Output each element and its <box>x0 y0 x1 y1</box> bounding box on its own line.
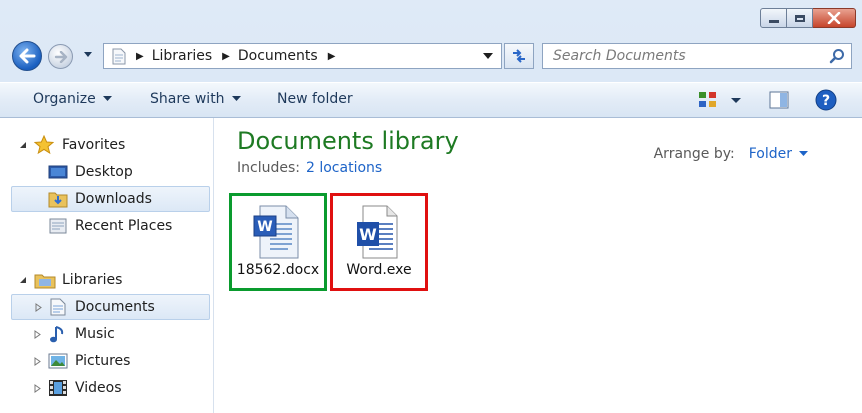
libraries-icon <box>34 271 56 289</box>
preview-pane-button[interactable] <box>769 91 789 113</box>
svg-text:W: W <box>359 225 377 244</box>
back-button[interactable] <box>12 41 42 71</box>
new-folder-label: New folder <box>277 91 353 107</box>
arrow-right-icon <box>54 50 67 63</box>
recent-places-icon <box>48 217 68 235</box>
expand-triangle-icon[interactable] <box>34 329 41 339</box>
preview-pane-icon <box>769 91 789 109</box>
nav-favorites-label: Favorites <box>62 137 126 153</box>
search-icon[interactable] <box>829 48 845 64</box>
videos-icon <box>48 379 68 397</box>
file-name: Word.exe <box>346 262 412 278</box>
nav-item-downloads[interactable]: Downloads <box>11 186 210 212</box>
arrange-by-dropdown[interactable]: Folder <box>749 146 792 162</box>
address-bar[interactable]: ▶ Libraries ▶ Documents ▶ <box>103 43 502 69</box>
refresh-icon <box>513 49 525 63</box>
svg-text:W: W <box>257 219 272 235</box>
refresh-button[interactable] <box>504 43 534 69</box>
navigation-pane: Favorites Desktop Downloads Recent Place… <box>0 118 214 413</box>
help-icon: ? <box>815 89 837 111</box>
forward-button[interactable] <box>48 44 73 69</box>
nav-item-label: Documents <box>75 299 155 315</box>
nav-item-recent-places[interactable]: Recent Places <box>0 213 213 239</box>
nav-libraries[interactable]: Libraries <box>0 267 213 293</box>
search-placeholder: Search Documents <box>553 48 686 64</box>
arrange-by-label: Arrange by: <box>653 146 735 162</box>
chevron-down-icon[interactable] <box>799 151 808 157</box>
organize-label: Organize <box>33 91 96 107</box>
nav-favorites[interactable]: Favorites <box>0 132 213 158</box>
downloads-folder-icon <box>48 190 68 208</box>
close-button[interactable] <box>813 8 856 28</box>
address-dropdown-icon[interactable] <box>483 53 493 60</box>
share-with-button[interactable]: Share with <box>150 91 241 107</box>
maximize-icon <box>794 14 805 22</box>
breadcrumb-libraries[interactable]: Libraries <box>152 48 212 64</box>
share-with-label: Share with <box>150 91 225 107</box>
documents-library-icon <box>50 298 66 316</box>
file-name: 18562.docx <box>236 262 320 278</box>
includes-locations-link[interactable]: 2 locations <box>306 160 382 176</box>
content-pane: Documents library Includes: 2 locations A… <box>214 118 862 413</box>
library-page-icon <box>112 48 126 64</box>
command-toolbar: Organize Share with New folder ? <box>0 82 862 118</box>
library-includes: Includes: 2 locations <box>237 160 382 176</box>
view-options-icon <box>699 92 716 107</box>
word-application-icon: W <box>353 204 405 264</box>
nav-item-label: Downloads <box>75 191 152 207</box>
breadcrumb-separator-icon: ▶ <box>136 50 144 62</box>
collapse-triangle-icon[interactable] <box>19 141 27 149</box>
nav-item-documents[interactable]: Documents <box>11 294 210 320</box>
view-dropdown-icon[interactable] <box>731 98 741 104</box>
organize-button[interactable]: Organize <box>33 91 112 107</box>
nav-item-desktop[interactable]: Desktop <box>0 159 213 185</box>
change-view-button[interactable] <box>698 90 718 114</box>
library-title: Documents library <box>237 127 459 155</box>
includes-label: Includes: <box>237 160 300 176</box>
breadcrumb-separator-icon[interactable]: ▶ <box>328 51 336 62</box>
search-input[interactable]: Search Documents <box>542 43 852 69</box>
expand-triangle-icon[interactable] <box>34 356 41 366</box>
maximize-button[interactable] <box>787 8 813 28</box>
desktop-icon <box>48 164 68 180</box>
expand-triangle-icon[interactable] <box>34 383 41 393</box>
music-icon <box>49 324 67 344</box>
nav-item-label: Pictures <box>75 353 131 369</box>
svg-text:?: ? <box>822 93 830 109</box>
minimize-icon <box>768 19 779 23</box>
nav-item-label: Videos <box>75 380 122 396</box>
chevron-down-icon <box>231 96 241 101</box>
collapse-triangle-icon[interactable] <box>19 276 27 284</box>
nav-item-label: Desktop <box>75 164 133 180</box>
window-caption-buttons <box>760 8 856 28</box>
navigation-bar: ▶ Libraries ▶ Documents ▶ Search Documen… <box>0 38 862 74</box>
help-button[interactable]: ? <box>815 89 837 115</box>
close-icon <box>827 12 841 24</box>
file-item-exe[interactable]: W Word.exe <box>330 193 428 291</box>
explorer-window: ▶ Libraries ▶ Documents ▶ Search Documen… <box>0 0 862 413</box>
arrange-by: Arrange by: Folder <box>654 146 808 162</box>
chevron-down-icon <box>102 96 112 101</box>
word-document-icon: W <box>252 204 304 264</box>
breadcrumb-documents[interactable]: Documents <box>238 48 318 64</box>
nav-item-videos[interactable]: Videos <box>0 375 213 401</box>
expand-triangle-icon[interactable] <box>35 302 42 312</box>
nav-item-music[interactable]: Music <box>0 321 213 347</box>
arrow-left-icon <box>19 48 36 64</box>
nav-libraries-label: Libraries <box>62 272 123 288</box>
nav-item-label: Music <box>75 326 115 342</box>
star-icon <box>34 135 54 155</box>
pictures-icon <box>48 353 68 369</box>
minimize-button[interactable] <box>760 8 787 28</box>
recent-pages-dropdown-icon[interactable] <box>83 51 93 59</box>
nav-item-label: Recent Places <box>75 218 173 234</box>
new-folder-button[interactable]: New folder <box>277 91 353 107</box>
nav-item-pictures[interactable]: Pictures <box>0 348 213 374</box>
breadcrumb-separator-icon: ▶ <box>222 50 230 62</box>
file-item-docx[interactable]: W 18562.docx <box>229 193 327 291</box>
